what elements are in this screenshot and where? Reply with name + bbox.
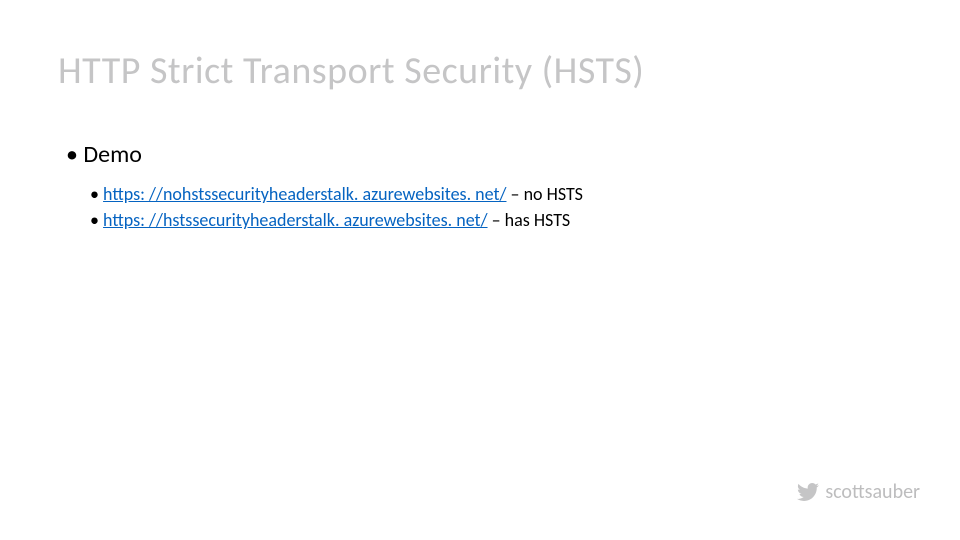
footer-handle: scottsauber bbox=[825, 480, 920, 504]
slide-title: HTTP Strict Transport Security (HSTS) bbox=[58, 48, 644, 94]
link-has-hsts[interactable]: https: //hstssecurityheaderstalk. azurew… bbox=[103, 209, 488, 231]
sub-bullet-item: • https: //hstssecurityheaderstalk. azur… bbox=[90, 208, 583, 232]
footer: scottsauber bbox=[797, 480, 920, 504]
slide: HTTP Strict Transport Security (HSTS) • … bbox=[0, 0, 960, 540]
link-no-hsts[interactable]: https: //nohstssecurityheaderstalk. azur… bbox=[103, 183, 506, 205]
suffix-no-hsts: – no HSTS bbox=[506, 183, 582, 205]
twitter-icon bbox=[797, 481, 819, 503]
suffix-has-hsts: – has HSTS bbox=[488, 209, 571, 231]
bullet-demo: • Demo bbox=[66, 140, 142, 169]
sub-bullet-list: • https: //nohstssecurityheaderstalk. az… bbox=[90, 182, 583, 235]
bullet-demo-label: Demo bbox=[83, 140, 142, 169]
sub-bullet-item: • https: //nohstssecurityheaderstalk. az… bbox=[90, 182, 583, 206]
